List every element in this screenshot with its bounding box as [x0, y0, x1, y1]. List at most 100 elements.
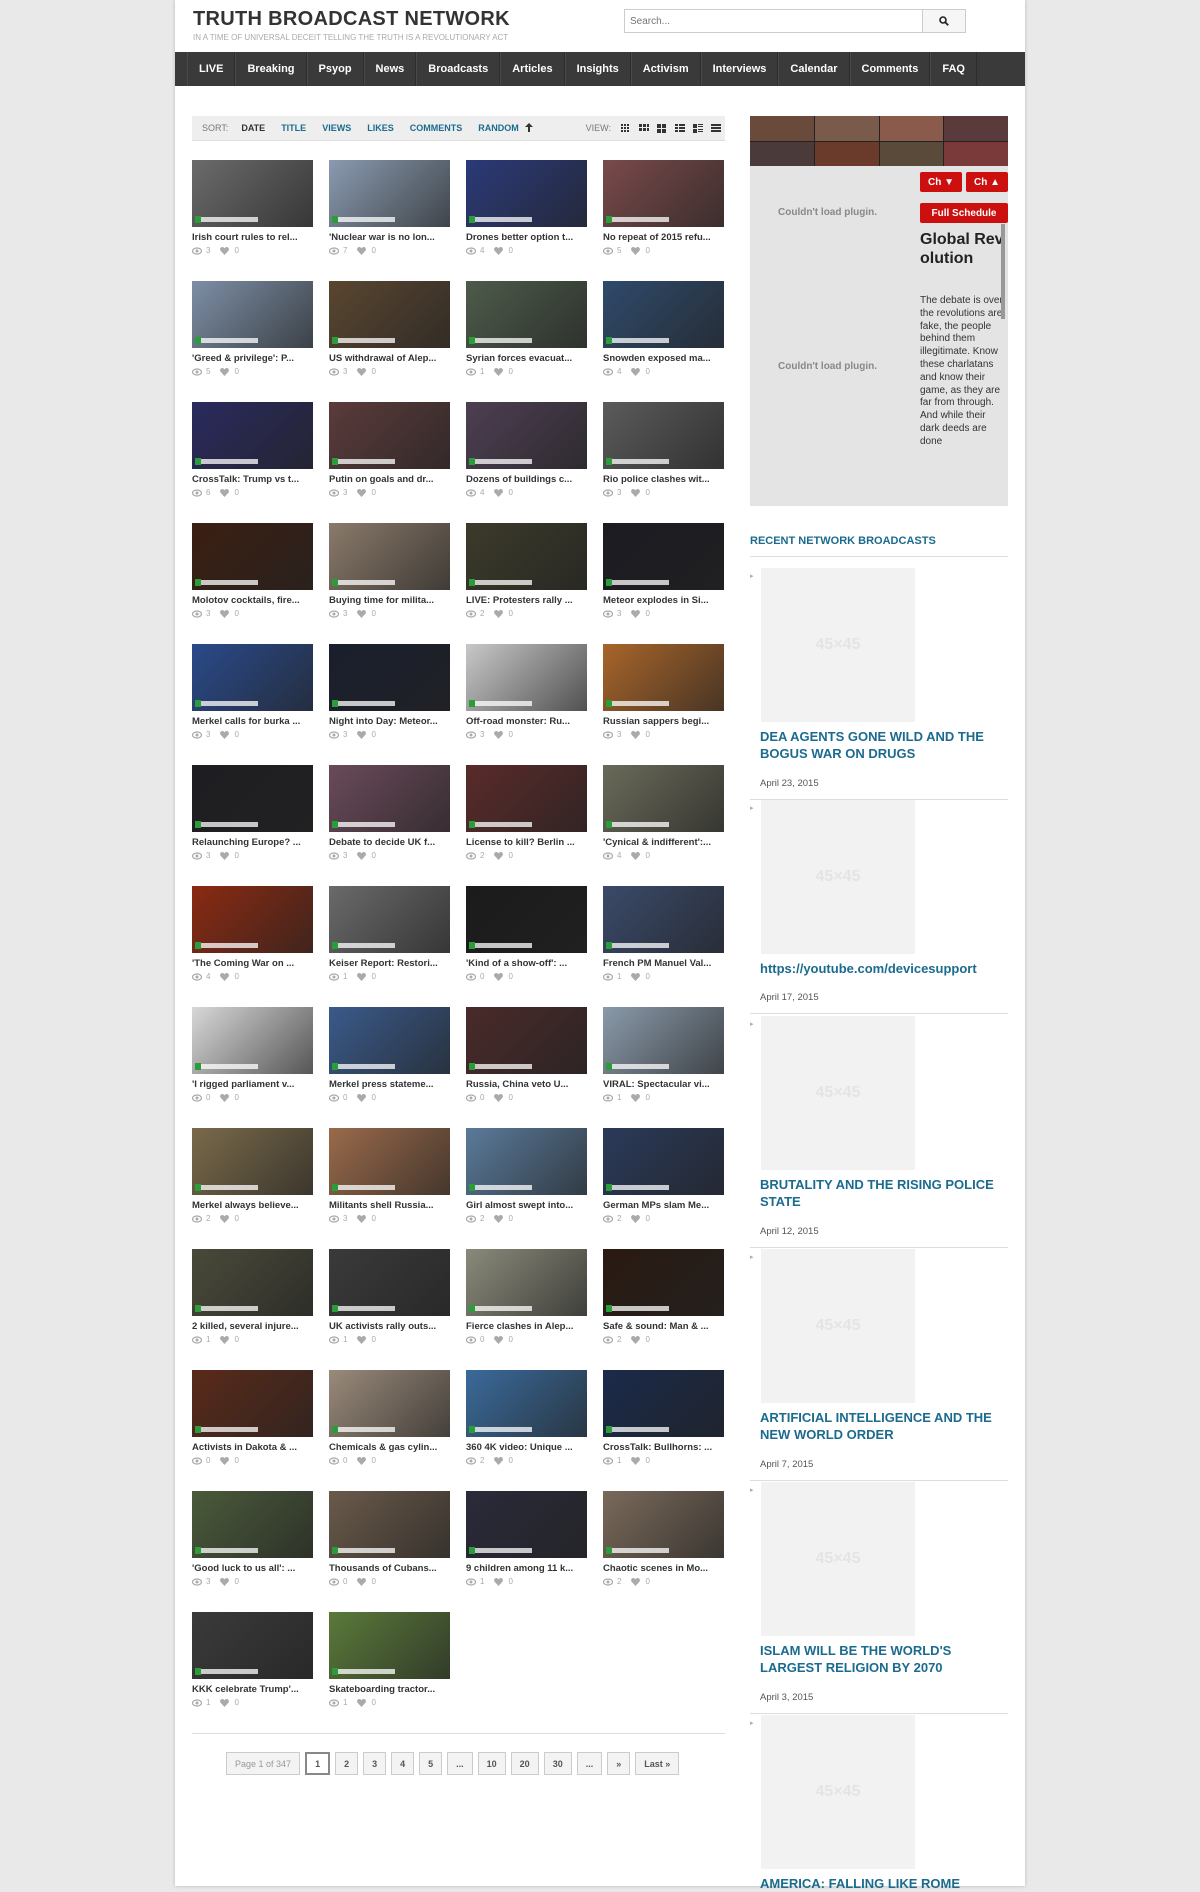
video-thumbnail[interactable]: [329, 402, 450, 469]
pagination-page-5[interactable]: 5: [419, 1752, 443, 1775]
video-title[interactable]: 2 killed, several injure...: [192, 1321, 313, 1332]
pagination-page-20[interactable]: 20: [510, 1752, 539, 1775]
video-thumbnail[interactable]: [603, 1007, 724, 1074]
video-title[interactable]: Russian sappers begi...: [603, 716, 724, 727]
channel-up-button[interactable]: Ch ▲: [966, 172, 1008, 192]
video-thumbnail[interactable]: [466, 644, 587, 711]
video-card[interactable]: Girl almost swept into... 2 0: [465, 1128, 587, 1233]
video-thumbnail[interactable]: [466, 523, 587, 590]
video-card[interactable]: Thousands of Cubans... 0 0: [328, 1491, 450, 1596]
video-thumbnail[interactable]: [329, 1612, 450, 1679]
pagination-page-10[interactable]: 10: [477, 1752, 506, 1775]
video-card[interactable]: Syrian forces evacuat... 1 0: [465, 281, 587, 386]
broadcast-title[interactable]: BRUTALITY AND THE RISING POLICE STATE: [760, 1176, 1008, 1210]
sort-option-views[interactable]: VIEWS: [322, 123, 351, 133]
video-title[interactable]: Merkel calls for burka ...: [192, 716, 313, 727]
video-card[interactable]: Fierce clashes in Alep... 0 0: [465, 1249, 587, 1354]
video-thumbnail[interactable]: [192, 644, 313, 711]
broadcast-title[interactable]: https://youtube.com/devicesupport: [760, 960, 1008, 977]
video-title[interactable]: German MPs slam Me...: [603, 1200, 724, 1211]
broadcast-title[interactable]: ISLAM WILL BE THE WORLD'S LARGEST RELIGI…: [760, 1642, 1008, 1676]
video-title[interactable]: Meteor explodes in Si...: [603, 595, 724, 606]
video-card[interactable]: Russia, China veto U... 0 0: [465, 1007, 587, 1112]
nav-item-interviews[interactable]: Interviews: [700, 52, 779, 86]
search-button[interactable]: [922, 9, 966, 33]
view-detail-icon[interactable]: [693, 123, 703, 133]
nav-item-insights[interactable]: Insights: [564, 52, 631, 86]
video-thumbnail[interactable]: [466, 1249, 587, 1316]
video-thumbnail[interactable]: [192, 160, 313, 227]
video-title[interactable]: Snowden exposed ma...: [603, 353, 724, 364]
video-title[interactable]: Russia, China veto U...: [466, 1079, 587, 1090]
video-card[interactable]: Rio police clashes wit... 3 0: [602, 402, 724, 507]
video-thumbnail[interactable]: [329, 886, 450, 953]
video-thumbnail[interactable]: [466, 765, 587, 832]
broadcast-title[interactable]: AMERICA: FALLING LIKE ROME: [760, 1875, 1008, 1892]
video-title[interactable]: 9 children among 11 k...: [466, 1563, 587, 1574]
video-title[interactable]: KKK celebrate Trump'...: [192, 1684, 313, 1695]
video-card[interactable]: French PM Manuel Val... 1 0: [602, 886, 724, 991]
video-thumbnail[interactable]: [466, 886, 587, 953]
video-thumbnail[interactable]: [192, 281, 313, 348]
site-title[interactable]: TRUTH BROADCAST NETWORK: [193, 8, 510, 31]
video-thumbnail[interactable]: [329, 1128, 450, 1195]
video-title[interactable]: Relaunching Europe? ...: [192, 837, 313, 848]
schedule-scrollbar[interactable]: [1001, 224, 1005, 319]
video-card[interactable]: Putin on goals and dr... 3 0: [328, 402, 450, 507]
nav-item-live[interactable]: LIVE: [187, 52, 236, 86]
video-card[interactable]: Russian sappers begi... 3 0: [602, 644, 724, 749]
video-card[interactable]: 'Cynical & indifferent':... 4 0: [602, 765, 724, 870]
video-card[interactable]: License to kill? Berlin ... 2 0: [465, 765, 587, 870]
video-card[interactable]: 'The Coming War on ... 4 0: [191, 886, 313, 991]
video-card[interactable]: Drones better option t... 4 0: [465, 160, 587, 265]
nav-item-psyop[interactable]: Psyop: [306, 52, 364, 86]
video-thumbnail[interactable]: [603, 281, 724, 348]
view-grid-medium-icon[interactable]: [639, 123, 649, 133]
video-thumbnail[interactable]: [603, 1249, 724, 1316]
video-title[interactable]: Irish court rules to rel...: [192, 232, 313, 243]
video-thumbnail[interactable]: [192, 1612, 313, 1679]
video-card[interactable]: Debate to decide UK f... 3 0: [328, 765, 450, 870]
video-title[interactable]: UK activists rally outs...: [329, 1321, 450, 1332]
video-title[interactable]: 'The Coming War on ...: [192, 958, 313, 969]
video-card[interactable]: Dozens of buildings c... 4 0: [465, 402, 587, 507]
nav-item-comments[interactable]: Comments: [849, 52, 931, 86]
video-thumbnail[interactable]: [192, 523, 313, 590]
video-title[interactable]: Buying time for milita...: [329, 595, 450, 606]
pagination-next[interactable]: »: [607, 1752, 631, 1775]
video-title[interactable]: 360 4K video: Unique ...: [466, 1442, 587, 1453]
video-title[interactable]: Syrian forces evacuat...: [466, 353, 587, 364]
video-thumbnail[interactable]: [329, 523, 450, 590]
video-title[interactable]: Debate to decide UK f...: [329, 837, 450, 848]
nav-item-breaking[interactable]: Breaking: [235, 52, 307, 86]
broadcast-thumbnail[interactable]: 45×45: [761, 1715, 915, 1869]
video-thumbnail[interactable]: [603, 1491, 724, 1558]
video-thumbnail[interactable]: [466, 1491, 587, 1558]
video-thumbnail[interactable]: [192, 402, 313, 469]
full-schedule-button[interactable]: Full Schedule: [920, 203, 1008, 223]
video-thumbnail[interactable]: [192, 1128, 313, 1195]
video-card[interactable]: Night into Day: Meteor... 3 0: [328, 644, 450, 749]
video-title[interactable]: 'Kind of a show-off': ...: [466, 958, 587, 969]
video-thumbnail[interactable]: [466, 402, 587, 469]
nav-item-activism[interactable]: Activism: [630, 52, 701, 86]
video-title[interactable]: Merkel always believe...: [192, 1200, 313, 1211]
video-thumbnail[interactable]: [329, 644, 450, 711]
sort-option-likes[interactable]: LIKES: [367, 123, 394, 133]
video-card[interactable]: Merkel always believe... 2 0: [191, 1128, 313, 1233]
video-title[interactable]: 'Greed & privilege': P...: [192, 353, 313, 364]
video-thumbnail[interactable]: [603, 160, 724, 227]
video-card[interactable]: UK activists rally outs... 1 0: [328, 1249, 450, 1354]
video-title[interactable]: LIVE: Protesters rally ...: [466, 595, 587, 606]
video-title[interactable]: Drones better option t...: [466, 232, 587, 243]
video-card[interactable]: Keiser Report: Restori... 1 0: [328, 886, 450, 991]
video-title[interactable]: License to kill? Berlin ...: [466, 837, 587, 848]
video-thumbnail[interactable]: [466, 160, 587, 227]
video-title[interactable]: No repeat of 2015 refu...: [603, 232, 724, 243]
nav-item-calendar[interactable]: Calendar: [778, 52, 850, 86]
video-title[interactable]: Militants shell Russia...: [329, 1200, 450, 1211]
video-title[interactable]: Off-road monster: Ru...: [466, 716, 587, 727]
video-card[interactable]: VIRAL: Spectacular vi... 1 0: [602, 1007, 724, 1112]
video-thumbnail[interactable]: [603, 523, 724, 590]
video-title[interactable]: Dozens of buildings c...: [466, 474, 587, 485]
